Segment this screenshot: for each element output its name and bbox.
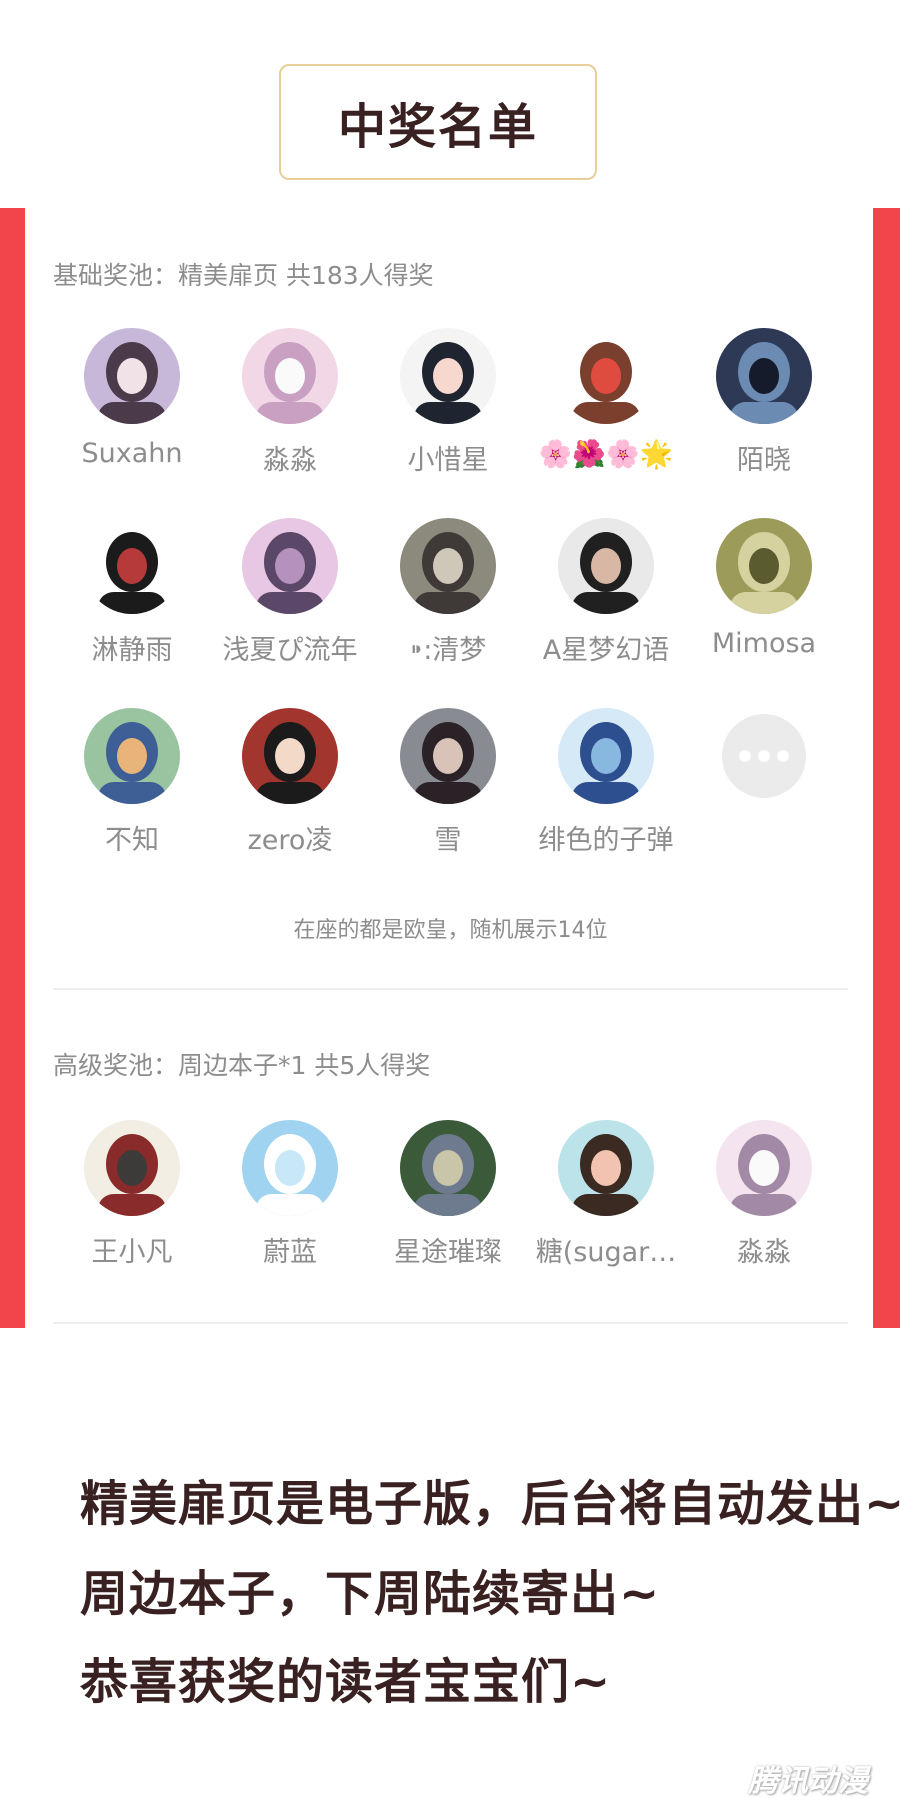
winner-name: 🌸🌺🌸🌟 — [538, 439, 674, 470]
winner-item[interactable]: 糖(sugar… — [527, 1120, 685, 1269]
winner-name: ⁍:清梦 — [409, 635, 487, 666]
dot — [758, 750, 770, 762]
avatar[interactable] — [558, 708, 654, 804]
winner-name: 淼淼 — [263, 445, 317, 476]
avatar[interactable] — [400, 708, 496, 804]
avatar[interactable] — [400, 518, 496, 614]
winner-name: 陌晓 — [737, 445, 791, 476]
winner-name: zero凌 — [247, 825, 333, 856]
avatar[interactable] — [84, 1120, 180, 1216]
winner-name: 糖(sugar… — [535, 1237, 677, 1268]
closing-line-1: 精美扉页是电子版，后台将自动发出~ — [80, 1476, 900, 1532]
winner-item[interactable]: ⁍:清梦 — [369, 518, 527, 667]
winner-item[interactable]: 淼淼 — [685, 1120, 843, 1269]
avatar[interactable] — [84, 708, 180, 804]
dot — [739, 750, 751, 762]
winner-name: 小惜星 — [407, 445, 489, 476]
avatar[interactable] — [84, 518, 180, 614]
avatar[interactable] — [558, 1120, 654, 1216]
winner-item[interactable]: 星途璀璨 — [369, 1120, 527, 1269]
closing-line-3: 恭喜获奖的读者宝宝们~ — [80, 1654, 612, 1710]
winner-name: 淋静雨 — [91, 635, 173, 666]
avatar[interactable] — [716, 518, 812, 614]
basic-pool-note: 在座的都是欧皇，随机展示14位 — [293, 918, 608, 943]
winner-name: 蔚蓝 — [263, 1237, 317, 1268]
avatar[interactable] — [242, 518, 338, 614]
avatar[interactable] — [558, 328, 654, 424]
avatar[interactable] — [84, 328, 180, 424]
winner-item[interactable]: Mimosa — [685, 518, 843, 659]
closing-line-2: 周边本子，下周陆续寄出~ — [80, 1566, 661, 1622]
right-red-border — [873, 208, 900, 1328]
winner-name: A星梦幻语 — [542, 635, 670, 666]
winner-name: 淼淼 — [737, 1237, 791, 1268]
winner-name: 浅夏ぴ流年 — [222, 635, 358, 666]
winner-item[interactable]: 淼淼 — [211, 328, 369, 477]
avatar[interactable] — [242, 708, 338, 804]
winner-name: 绯色的子弹 — [538, 825, 674, 856]
winner-name: Mimosa — [711, 628, 817, 659]
more-winners-button[interactable] — [685, 708, 843, 798]
winner-item[interactable]: 蔚蓝 — [211, 1120, 369, 1269]
winner-name: 王小凡 — [91, 1237, 173, 1268]
title-banner: 中奖名单 — [279, 64, 597, 180]
basic-pool-heading: 基础奖池：精美扉页 共183人得奖 — [53, 261, 434, 290]
more-dots-icon[interactable] — [722, 714, 806, 798]
avatar[interactable] — [716, 1120, 812, 1216]
advanced-pool-heading: 高级奖池：周边本子*1 共5人得奖 — [53, 1051, 431, 1080]
tencent-comic-watermark: 腾讯动漫 — [748, 1764, 868, 1799]
avatar[interactable] — [400, 1120, 496, 1216]
winner-item[interactable]: 小惜星 — [369, 328, 527, 477]
winner-item[interactable]: Suxahn — [53, 328, 211, 469]
winner-name: 雪 — [434, 825, 462, 856]
section-divider-bottom — [53, 1322, 848, 1324]
avatar[interactable] — [242, 1120, 338, 1216]
winner-item[interactable]: zero凌 — [211, 708, 369, 857]
dot — [777, 750, 789, 762]
avatar[interactable] — [716, 328, 812, 424]
winner-item[interactable]: 不知 — [53, 708, 211, 857]
avatar[interactable] — [242, 328, 338, 424]
left-red-border — [0, 208, 25, 1328]
winner-item[interactable]: 浅夏ぴ流年 — [211, 518, 369, 667]
winner-name: 不知 — [105, 825, 159, 856]
winner-name: 星途璀璨 — [394, 1237, 502, 1268]
winner-item[interactable]: A星梦幻语 — [527, 518, 685, 667]
winner-item[interactable]: 王小凡 — [53, 1120, 211, 1269]
avatar[interactable] — [558, 518, 654, 614]
section-divider — [53, 988, 848, 990]
winner-item[interactable]: 雪 — [369, 708, 527, 857]
winner-item[interactable]: 🌸🌺🌸🌟 — [527, 328, 685, 470]
winner-item[interactable]: 陌晓 — [685, 328, 843, 477]
page-title: 中奖名单 — [337, 99, 538, 155]
winner-item[interactable]: 淋静雨 — [53, 518, 211, 667]
winner-item[interactable]: 绯色的子弹 — [527, 708, 685, 857]
avatar[interactable] — [400, 328, 496, 424]
winner-name: Suxahn — [81, 438, 183, 469]
